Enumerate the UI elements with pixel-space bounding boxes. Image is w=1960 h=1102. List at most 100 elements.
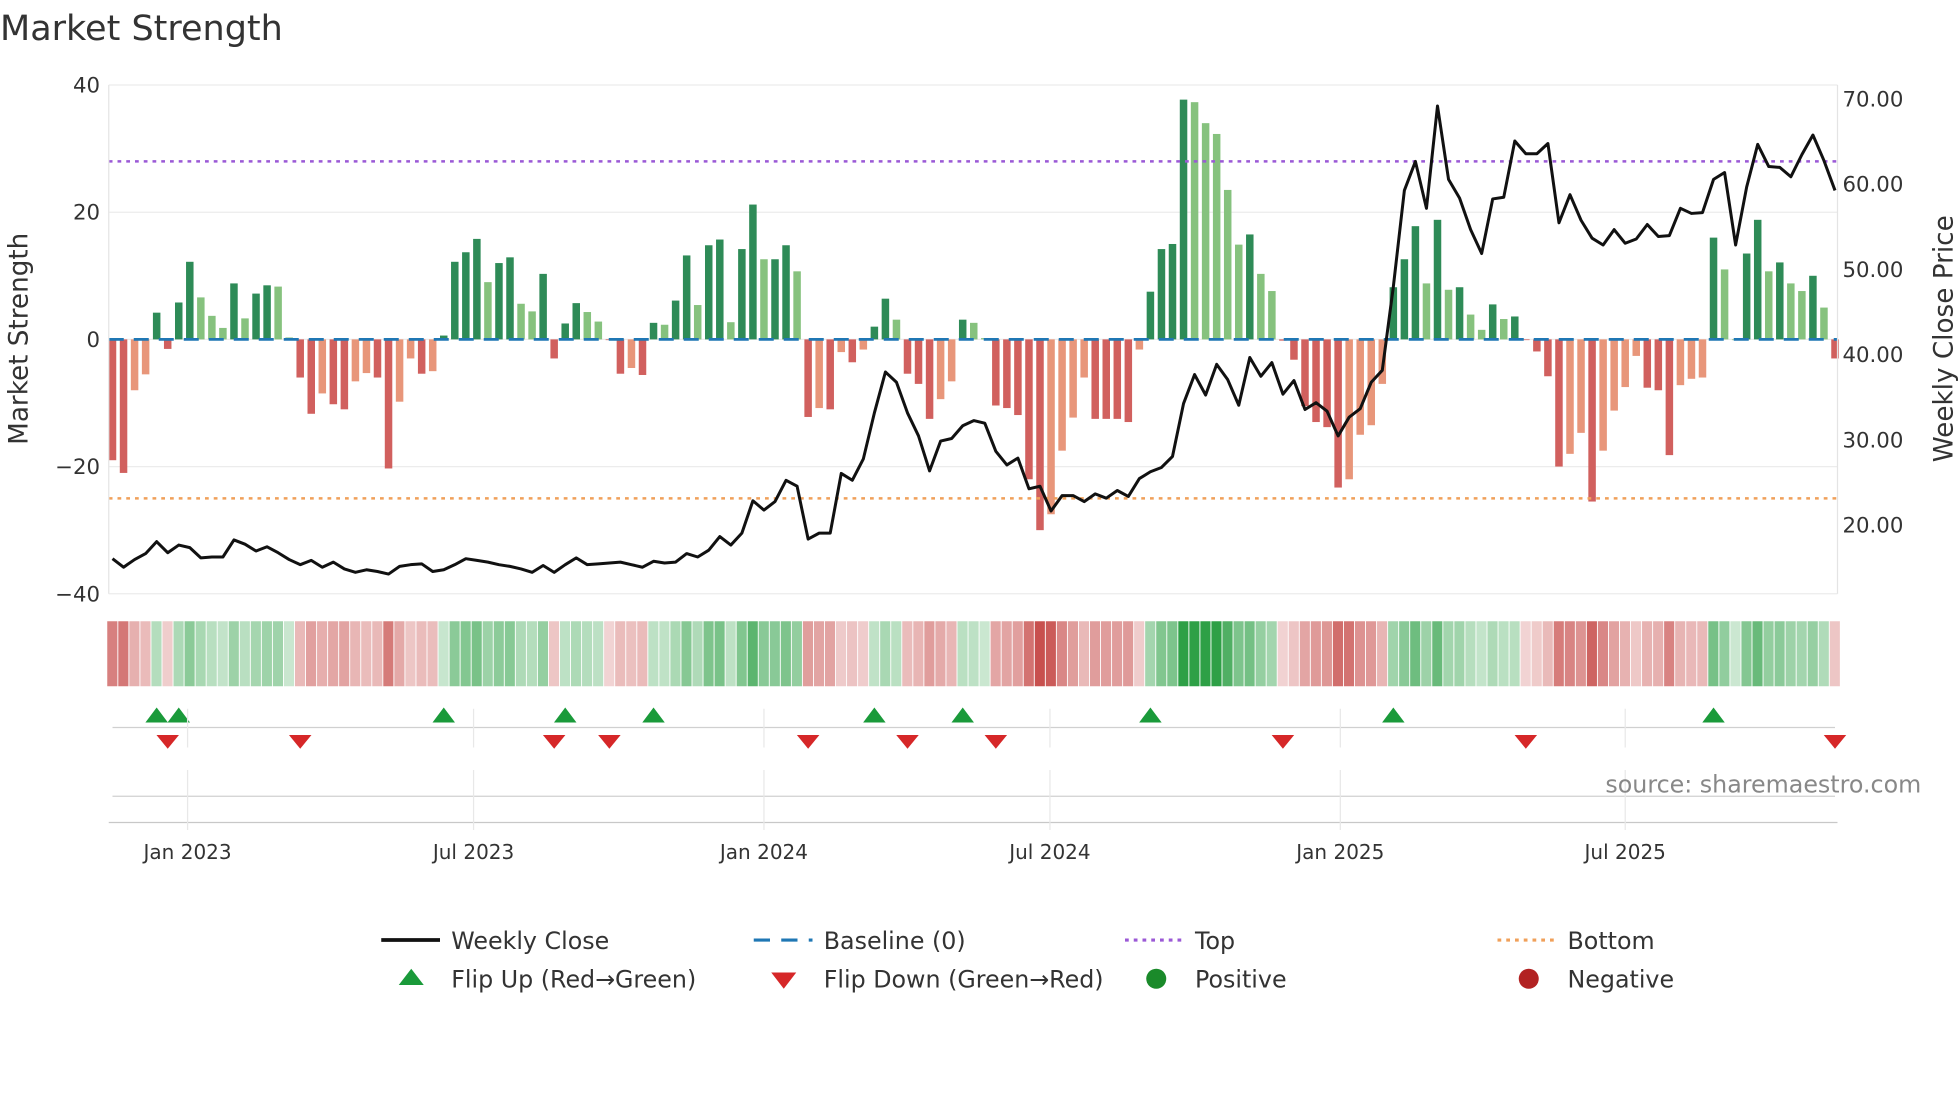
legend-label: Baseline (0) bbox=[824, 927, 966, 955]
strength-bar bbox=[384, 339, 393, 469]
flip-down-marker bbox=[156, 735, 179, 749]
strength-bar bbox=[1477, 329, 1486, 340]
legend-circle-icon bbox=[1518, 968, 1539, 989]
legend: Weekly Close Baseline (0) Top Bottom Flip Up… bbox=[381, 927, 1674, 994]
strip-cell bbox=[836, 621, 847, 687]
strip-cell bbox=[416, 621, 427, 687]
strength-bar bbox=[1312, 339, 1320, 423]
flip-down-marker bbox=[542, 735, 566, 749]
strength-bar bbox=[241, 318, 249, 340]
strip-cell bbox=[692, 621, 703, 687]
strength-bar bbox=[1168, 243, 1177, 340]
strength-bar bbox=[1235, 244, 1243, 340]
strength-bar bbox=[594, 321, 603, 340]
strength-bar bbox=[1588, 339, 1596, 502]
strength-bar bbox=[572, 303, 580, 340]
strip-cell bbox=[1244, 621, 1255, 687]
strip-cell bbox=[1597, 621, 1608, 687]
strip-cell bbox=[1564, 621, 1575, 687]
strip-cell bbox=[1454, 621, 1465, 687]
strip-cell bbox=[1233, 621, 1244, 687]
strength-bar bbox=[1080, 339, 1088, 378]
strength-bar bbox=[738, 249, 746, 340]
strip-cell bbox=[504, 621, 515, 687]
strength-bar bbox=[1058, 339, 1066, 451]
strength-bar bbox=[881, 298, 890, 340]
strength-bar bbox=[1776, 262, 1784, 340]
flip-up-marker bbox=[642, 707, 665, 723]
strip-cell bbox=[1078, 621, 1090, 687]
strength-bar bbox=[992, 339, 1000, 406]
strip-cell bbox=[372, 621, 383, 687]
strength-bar bbox=[1698, 339, 1707, 378]
strength-bar bbox=[1566, 339, 1574, 454]
strip-cell bbox=[1763, 621, 1774, 687]
strength-bar bbox=[649, 322, 658, 340]
strength-bar bbox=[1025, 339, 1033, 480]
strip-cell bbox=[1829, 621, 1840, 687]
strength-bar bbox=[561, 323, 569, 340]
strip-cell bbox=[1608, 621, 1620, 687]
strength-bar bbox=[1742, 253, 1751, 340]
strip-cell bbox=[383, 621, 394, 687]
strip-cell bbox=[1123, 621, 1134, 687]
strip-cell bbox=[471, 621, 482, 687]
strip-cell bbox=[1388, 621, 1399, 687]
strip-cell bbox=[1509, 621, 1520, 687]
flip-up-marker bbox=[167, 707, 190, 723]
legend-label: Flip Up (Red→Green) bbox=[451, 966, 696, 994]
strip-cell bbox=[537, 621, 548, 687]
strip-cell bbox=[1586, 621, 1597, 687]
strength-bar bbox=[903, 339, 912, 374]
strip-cell bbox=[758, 621, 769, 687]
strength-bar bbox=[1709, 237, 1718, 340]
flip-up-marker bbox=[951, 707, 974, 723]
strength-bar bbox=[1753, 219, 1762, 340]
strength-bar bbox=[970, 322, 978, 340]
strength-bar bbox=[417, 339, 426, 374]
strength-bar bbox=[307, 339, 315, 414]
legend-triangle-up-icon bbox=[398, 968, 424, 985]
strip-cell bbox=[1719, 621, 1730, 687]
strip-cell bbox=[559, 621, 571, 687]
strip-cell bbox=[1752, 621, 1763, 687]
strength-bar bbox=[1676, 339, 1685, 386]
market-strength-chart: Market Strength Market Strength Weekly C… bbox=[0, 9, 1960, 994]
strength-bar bbox=[1511, 316, 1519, 340]
strip-cell bbox=[1631, 621, 1642, 687]
strip-cell bbox=[1774, 621, 1785, 687]
strip-cell bbox=[405, 621, 416, 687]
strip-cell bbox=[1697, 621, 1708, 687]
strength-bar bbox=[958, 319, 967, 340]
strip-cell bbox=[1796, 621, 1807, 687]
flip-up-marker bbox=[553, 707, 577, 723]
strength-bar bbox=[1400, 259, 1409, 340]
flip-down-marker bbox=[1271, 735, 1295, 749]
strength-bar bbox=[1179, 99, 1188, 340]
strength-bar bbox=[1599, 339, 1607, 451]
strip-cell bbox=[515, 621, 526, 687]
strip-cell bbox=[1200, 621, 1211, 687]
strength-bar bbox=[1433, 219, 1442, 340]
strip-cell bbox=[769, 621, 780, 687]
legend-triangle-down-icon bbox=[771, 972, 797, 989]
strip-cell bbox=[217, 621, 228, 687]
strength-bar bbox=[351, 339, 360, 382]
strip-cell bbox=[272, 621, 283, 687]
strip-cell bbox=[1542, 621, 1553, 687]
strip-cell bbox=[1498, 621, 1509, 687]
strength-bar bbox=[340, 339, 349, 410]
strip-cell bbox=[1653, 621, 1664, 687]
strip-cell bbox=[162, 621, 173, 687]
x-tick-label: Jan 2024 bbox=[718, 840, 808, 864]
legend-label: Negative bbox=[1568, 966, 1675, 994]
left-tick-label: 40 bbox=[73, 74, 100, 99]
strip-cell bbox=[1432, 621, 1443, 687]
strength-bar bbox=[186, 261, 194, 340]
strip-cell bbox=[1343, 621, 1355, 687]
strip-cell bbox=[438, 621, 449, 687]
strength-bar bbox=[638, 339, 647, 375]
strength-bar bbox=[141, 339, 150, 375]
strip-cell bbox=[526, 621, 537, 687]
strength-bar bbox=[1555, 339, 1563, 467]
